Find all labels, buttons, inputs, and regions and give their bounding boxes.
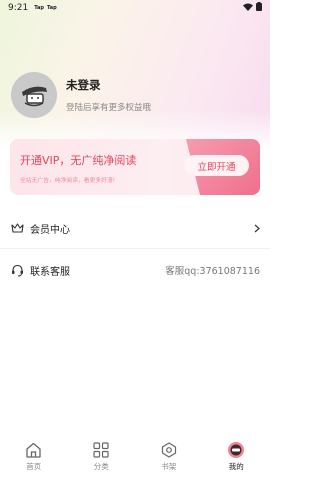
avatar[interactable] — [11, 72, 57, 118]
open-vip-button[interactable]: 立即开通 — [184, 155, 249, 176]
crown-icon — [10, 222, 24, 236]
status-app-label: Tap — [46, 5, 57, 11]
nav-label: 分类 — [93, 462, 109, 471]
nav-item-bookshelf[interactable]: 书架 — [135, 436, 203, 480]
headset-icon — [10, 263, 24, 277]
battery-icon — [256, 2, 262, 14]
profile-subtitle: 登陆后享有更多权益哦 — [66, 103, 152, 113]
support-qq: 客服qq:3761087116 — [165, 266, 260, 277]
profile-section[interactable]: 未登录 登陆后享有更多权益哦 — [11, 72, 151, 118]
avatar-placeholder-icon — [22, 86, 47, 107]
grid-icon — [92, 441, 110, 459]
profile-icon — [227, 441, 245, 459]
menu-item-member-center[interactable]: 会员中心 — [0, 209, 270, 249]
bottom-nav: 首页 分类 书架 我的 — [0, 436, 270, 480]
home-icon — [25, 441, 43, 459]
menu-label: 联系客服 — [30, 266, 70, 278]
status-app-label: Tap — [34, 5, 44, 11]
vip-title: 开通VIP，无广纯净阅读 — [20, 154, 137, 167]
nav-item-home[interactable]: 首页 — [0, 436, 68, 480]
nav-label: 书架 — [161, 462, 177, 471]
vip-description: 全站无广告，纯净阅读，看更多好漫! — [20, 178, 116, 184]
nav-item-profile[interactable]: 我的 — [203, 436, 271, 480]
profile-name[interactable]: 未登录 — [66, 77, 151, 93]
menu-item-contact-support[interactable]: 联系客服 客服qq:3761087116 — [0, 250, 270, 290]
menu-label: 会员中心 — [30, 225, 70, 236]
vip-banner[interactable]: 开通VIP，无广纯净阅读 全站无广告，纯净阅读，看更多好漫! 立即开通 — [10, 139, 260, 195]
status-time: 9:21 — [8, 3, 29, 13]
nav-label: 我的 — [228, 462, 244, 471]
wifi-icon — [243, 3, 253, 14]
nav-label: 首页 — [26, 462, 42, 471]
nav-item-category[interactable]: 分类 — [68, 436, 136, 480]
status-bar: 9:21 Tap Tap — [0, 0, 270, 16]
bookshelf-icon — [160, 441, 178, 459]
chevron-right-icon — [254, 224, 260, 233]
